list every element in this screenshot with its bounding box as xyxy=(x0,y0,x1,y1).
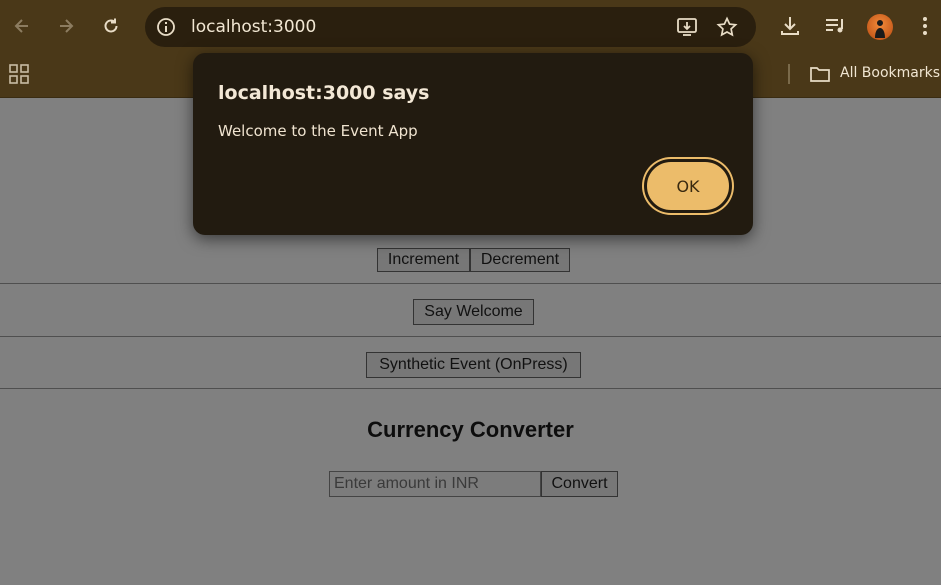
divider xyxy=(0,388,941,389)
browser-toolbar: localhost:3000 xyxy=(0,0,941,55)
ok-button[interactable]: OK xyxy=(644,159,732,213)
currency-converter-heading: Currency Converter xyxy=(367,417,574,442)
increment-button[interactable]: Increment xyxy=(377,248,470,272)
dialog-message: Welcome to the Event App xyxy=(218,122,418,140)
avatar[interactable] xyxy=(867,14,893,40)
folder-icon[interactable] xyxy=(809,63,831,85)
reload-button[interactable] xyxy=(97,12,125,40)
forward-button[interactable] xyxy=(52,12,80,40)
convert-button[interactable]: Convert xyxy=(541,471,618,497)
star-icon[interactable] xyxy=(716,16,738,38)
site-info-icon[interactable] xyxy=(155,16,177,38)
download-icon[interactable] xyxy=(778,14,802,38)
back-button[interactable] xyxy=(8,12,36,40)
media-controls-icon[interactable] xyxy=(823,14,847,38)
amount-input[interactable]: Enter amount in INR xyxy=(329,471,541,497)
avatar-figure-icon xyxy=(875,20,885,38)
alert-dialog: localhost:3000 says Welcome to the Event… xyxy=(193,53,753,235)
all-bookmarks-link[interactable]: All Bookmarks xyxy=(840,65,940,81)
synthetic-event-button[interactable]: Synthetic Event (OnPress) xyxy=(366,352,581,378)
bookmarks-divider xyxy=(788,64,790,84)
divider xyxy=(0,283,941,284)
menu-dots-icon[interactable] xyxy=(913,14,937,38)
say-welcome-button[interactable]: Say Welcome xyxy=(413,299,534,325)
address-bar[interactable]: localhost:3000 xyxy=(145,7,756,47)
dialog-title: localhost:3000 says xyxy=(218,82,430,104)
address-url: localhost:3000 xyxy=(191,17,317,37)
reload-icon xyxy=(104,18,118,33)
install-app-icon[interactable] xyxy=(676,16,698,38)
forward-arrow-icon xyxy=(60,19,74,33)
back-arrow-icon xyxy=(14,19,28,33)
divider xyxy=(0,336,941,337)
decrement-button[interactable]: Decrement xyxy=(470,248,570,272)
apps-grid-icon[interactable] xyxy=(8,63,30,85)
amount-input-placeholder: Enter amount in INR xyxy=(334,475,479,492)
